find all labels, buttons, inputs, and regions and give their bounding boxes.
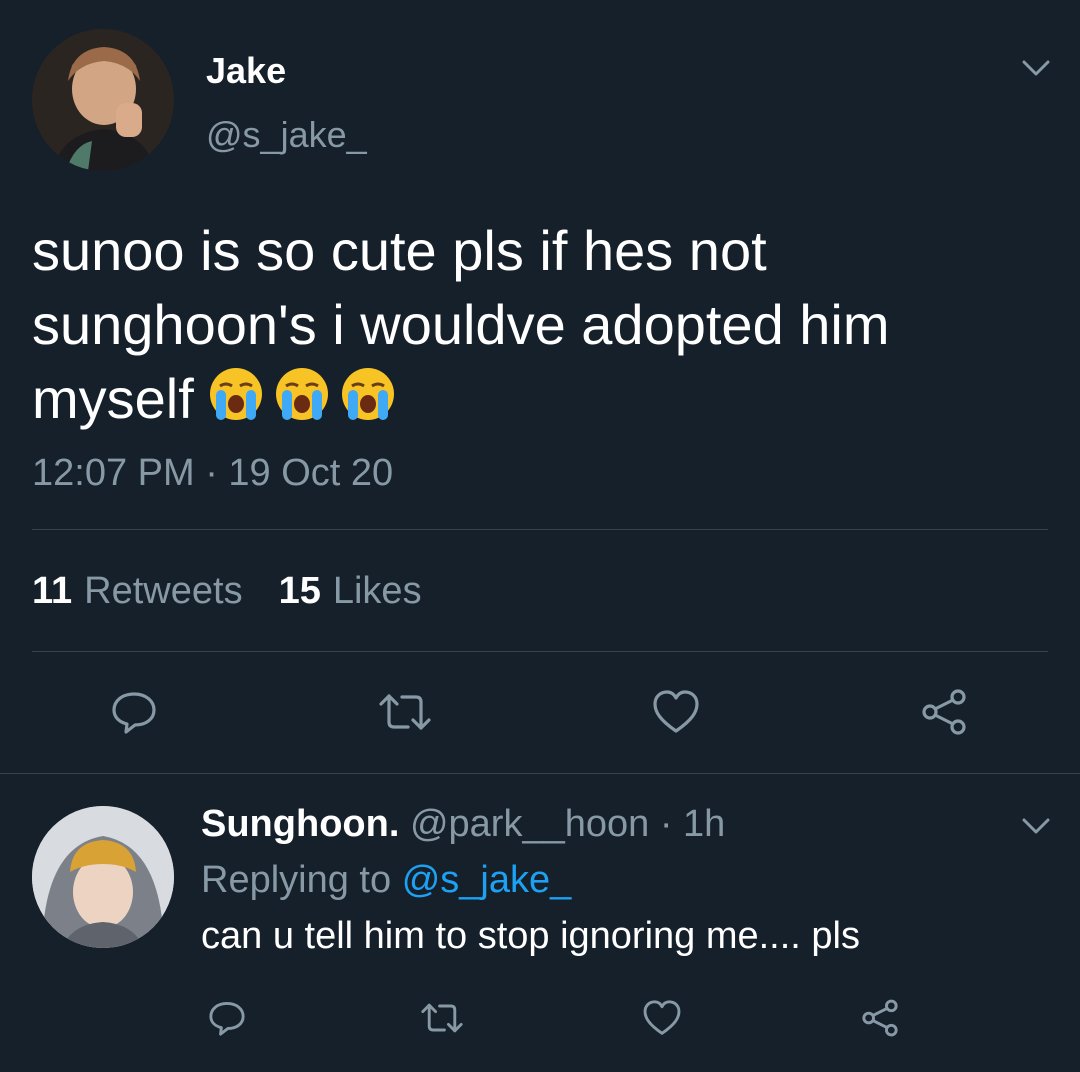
comment-icon	[112, 692, 156, 734]
retweets-count: 11	[32, 570, 73, 612]
tweet-timestamp[interactable]: 12:07 PM · 19 Oct 20	[32, 452, 393, 495]
avatar-image	[32, 806, 174, 948]
author-handle[interactable]: @s_jake_	[206, 114, 367, 156]
reply-comment-button[interactable]	[205, 996, 249, 1040]
likes-count: 15	[278, 570, 321, 612]
chevron-down-icon[interactable]	[1018, 50, 1054, 86]
like-button[interactable]	[648, 684, 704, 740]
reply-age[interactable]: 1h	[683, 803, 725, 845]
author-name[interactable]: Jake	[206, 50, 286, 92]
retweets-stat[interactable]: 11 Retweets	[32, 570, 243, 613]
reply-like-button[interactable]	[640, 996, 684, 1040]
divider	[32, 651, 1048, 652]
reply-header: Sunghoon. @park__hoon · 1h	[201, 803, 725, 846]
emoji-group	[206, 364, 398, 424]
reply-author-handle[interactable]: @park__hoon	[410, 803, 649, 845]
like-icon	[653, 690, 699, 733]
replying-to: Replying to @s_jake_	[201, 859, 571, 902]
likes-label: Likes	[332, 570, 422, 612]
retweets-label: Retweets	[84, 570, 243, 612]
reply-author-name[interactable]: Sunghoon.	[201, 803, 399, 845]
loudly-crying-face-icon	[209, 368, 262, 420]
reply-share-button[interactable]	[858, 996, 902, 1040]
main-tweet: Jake @s_jake_ sunoo is so cute pls if he…	[0, 0, 1080, 774]
replying-to-mention[interactable]: @s_jake_	[402, 859, 572, 901]
tweet-body: sunoo is so cute pls if hes not sunghoon…	[32, 219, 890, 430]
comment-button[interactable]	[106, 684, 162, 740]
chevron-down-icon[interactable]	[1018, 808, 1054, 844]
reply-separator: ·	[649, 803, 684, 845]
avatar-image	[32, 29, 174, 171]
retweet-icon	[379, 694, 431, 730]
share-icon	[862, 999, 898, 1037]
divider	[32, 529, 1048, 530]
share-icon	[922, 689, 966, 735]
reply-text: can u tell him to stop ignoring me.... p…	[201, 915, 860, 957]
loudly-crying-face-icon	[341, 368, 394, 420]
replying-to-label: Replying to	[201, 859, 392, 901]
likes-stat[interactable]: 15 Likes	[279, 570, 422, 613]
comment-icon	[209, 1002, 245, 1036]
loudly-crying-face-icon	[275, 368, 328, 420]
avatar[interactable]	[32, 806, 174, 948]
retweet-button[interactable]	[375, 684, 435, 740]
tweet-stats: 11 Retweets 15 Likes	[32, 570, 422, 613]
retweet-icon	[421, 1003, 463, 1033]
reply-retweet-button[interactable]	[417, 996, 467, 1040]
share-button[interactable]	[916, 684, 972, 740]
divider	[0, 773, 1080, 774]
tweet-text: sunoo is so cute pls if hes not sunghoon…	[32, 214, 1042, 436]
like-icon	[643, 1000, 681, 1035]
avatar[interactable]	[32, 29, 174, 171]
